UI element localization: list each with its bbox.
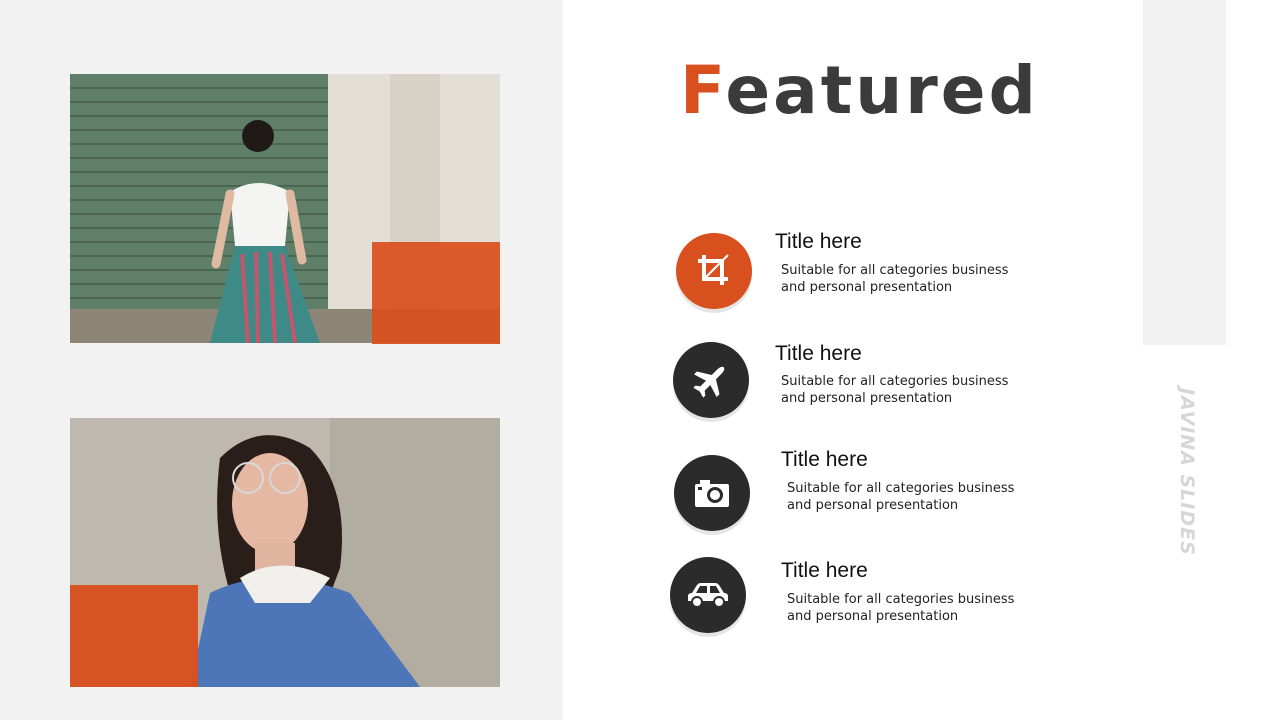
feature-title: Title here bbox=[775, 342, 862, 365]
feature-description: Suitable for all categories business and… bbox=[787, 481, 1015, 513]
feature-description: Suitable for all categories business and… bbox=[781, 374, 1009, 406]
slide-title: Featured bbox=[680, 52, 1039, 129]
photo-accent-block bbox=[70, 585, 198, 687]
camera-icon bbox=[674, 455, 750, 531]
feature-description: Suitable for all categories business and… bbox=[787, 592, 1015, 624]
right-decor-strip bbox=[1143, 0, 1226, 345]
photo-accent-block bbox=[372, 242, 500, 344]
airplane-icon bbox=[673, 342, 749, 418]
feature-description: Suitable for all categories business and… bbox=[781, 263, 1009, 295]
feature-title: Title here bbox=[781, 559, 868, 582]
feature-title: Title here bbox=[775, 230, 862, 253]
feature-title: Title here bbox=[781, 448, 868, 471]
car-icon bbox=[670, 557, 746, 633]
crop-icon bbox=[676, 233, 752, 309]
brand-watermark: JAVINA SLIDES bbox=[1176, 388, 1198, 556]
